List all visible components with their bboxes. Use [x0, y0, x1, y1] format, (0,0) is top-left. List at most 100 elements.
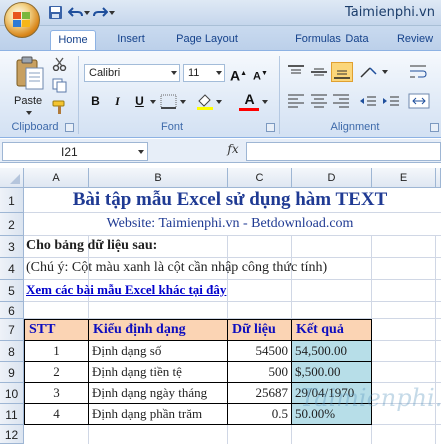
table-cell-kieu[interactable]: Định dạng số: [88, 340, 228, 362]
align-center-icon[interactable]: [309, 92, 329, 110]
column-header-e[interactable]: E: [372, 168, 436, 188]
table-cell-kieu[interactable]: Định dạng phần trăm: [88, 403, 228, 425]
office-button[interactable]: [4, 2, 40, 38]
paste-icon[interactable]: [14, 56, 46, 92]
font-size-select[interactable]: 11: [183, 64, 225, 82]
table-cell-kieu[interactable]: Định dạng tiền tệ: [88, 361, 228, 383]
table-cell-stt[interactable]: 2: [24, 361, 89, 383]
sheet-website[interactable]: Website: Taimienphi.vn - Betdownload.com: [24, 213, 436, 235]
grow-font-label: A: [229, 67, 241, 84]
font-name-select[interactable]: Calibri: [84, 64, 180, 82]
tab-page-layout[interactable]: Page Layout: [168, 30, 246, 50]
align-bottom-icon[interactable]: [331, 62, 353, 82]
table-cell-dulieu[interactable]: 500: [227, 361, 292, 383]
cut-icon[interactable]: [52, 57, 68, 72]
formula-input[interactable]: [246, 142, 441, 161]
grow-font-button[interactable]: A▲: [229, 64, 248, 84]
align-middle-icon[interactable]: [309, 63, 329, 81]
decrease-indent-icon[interactable]: [358, 92, 378, 110]
orientation-icon[interactable]: [358, 63, 380, 81]
select-all-corner[interactable]: [0, 168, 24, 188]
borders-dropdown-icon[interactable]: [180, 100, 186, 104]
redo-icon[interactable]: [92, 5, 109, 20]
align-right-icon[interactable]: [331, 92, 351, 110]
name-box[interactable]: I21: [2, 142, 148, 161]
row-header-1[interactable]: 1: [0, 188, 24, 213]
row-header-3[interactable]: 3: [0, 236, 24, 258]
column-header-d[interactable]: D: [292, 168, 372, 188]
orientation-dropdown-icon[interactable]: [382, 70, 388, 74]
shrink-font-button[interactable]: A▼: [251, 64, 270, 83]
format-painter-icon[interactable]: [52, 99, 68, 115]
clipboard-group-label: Clipboard: [11, 121, 59, 133]
copy-icon[interactable]: [52, 78, 68, 93]
row-header-2[interactable]: 2: [0, 213, 24, 236]
formula-bar-divider: [150, 142, 220, 161]
table-cell-dulieu[interactable]: 0.5: [227, 403, 292, 425]
gridline: [23, 279, 441, 280]
cell-a4[interactable]: (Chú ý: Cột màu xanh là cột cần nhập côn…: [26, 260, 327, 276]
row-header-10[interactable]: 10: [0, 383, 24, 404]
alignment-launcher-icon[interactable]: [430, 123, 439, 132]
ribbon-separator: [279, 56, 280, 134]
bold-button[interactable]: B: [86, 92, 105, 111]
gridline: [23, 301, 441, 302]
underline-dropdown-icon[interactable]: [150, 100, 156, 104]
row-header-4[interactable]: 4: [0, 258, 24, 280]
row-header-12[interactable]: 12: [0, 425, 24, 444]
italic-button[interactable]: I: [108, 92, 127, 111]
column-header-a[interactable]: A: [24, 168, 89, 188]
cell-a5-link[interactable]: Xem các bài mẫu Excel khác tại đây: [26, 282, 226, 298]
increase-indent-icon[interactable]: [381, 92, 401, 110]
table-header-kieu[interactable]: Kiểu định dạng: [88, 319, 228, 341]
row-header-9[interactable]: 9: [0, 362, 24, 383]
row-header-5[interactable]: 5: [0, 280, 24, 302]
row-header-8[interactable]: 8: [0, 341, 24, 362]
row-header-7[interactable]: 7: [0, 319, 24, 341]
font-launcher-icon[interactable]: [266, 123, 275, 132]
save-icon[interactable]: [48, 5, 64, 20]
table-cell-stt[interactable]: 3: [24, 382, 89, 404]
clipboard-launcher-icon[interactable]: [65, 123, 74, 132]
table-cell-ketqua[interactable]: $,500.00: [291, 361, 372, 383]
wrap-text-icon[interactable]: [408, 63, 428, 81]
undo-dropdown-icon[interactable]: [84, 11, 90, 15]
cell-a3[interactable]: Cho bảng dữ liệu sau:: [26, 238, 157, 254]
merge-center-icon[interactable]: [408, 92, 430, 110]
tab-data[interactable]: Data: [338, 30, 376, 50]
insert-function-icon[interactable]: fx: [222, 142, 244, 161]
column-header-b[interactable]: B: [89, 168, 228, 188]
row-header-6[interactable]: 6: [0, 302, 24, 319]
column-header-f[interactable]: [436, 168, 441, 188]
sheet-title[interactable]: Bài tập mẫu Excel sử dụng hàm TEXT: [24, 188, 436, 212]
borders-icon[interactable]: [160, 94, 178, 110]
table-cell-dulieu[interactable]: 25687: [227, 382, 292, 404]
tab-review[interactable]: Review: [392, 30, 438, 50]
fill-color-icon[interactable]: [195, 92, 215, 111]
table-cell-stt[interactable]: 1: [24, 340, 89, 362]
table-cell-stt[interactable]: 4: [24, 403, 89, 425]
table-cell-kieu[interactable]: Định dạng ngày tháng: [88, 382, 228, 404]
table-header-ketqua[interactable]: Kết quả: [291, 319, 372, 341]
row-header-11[interactable]: 11: [0, 404, 24, 425]
fill-color-dropdown-icon[interactable]: [216, 100, 222, 104]
paste-dropdown-icon[interactable]: [26, 111, 32, 115]
table-cell-ketqua[interactable]: 54,500.00: [291, 340, 372, 362]
align-top-icon[interactable]: [286, 63, 306, 81]
name-box-dropdown-icon[interactable]: [138, 150, 144, 154]
paste-label[interactable]: Paste: [14, 95, 42, 107]
font-color-button[interactable]: A: [240, 90, 259, 109]
underline-button[interactable]: U: [130, 92, 149, 111]
tab-home[interactable]: Home: [50, 30, 96, 51]
font-color-dropdown-icon[interactable]: [262, 100, 268, 104]
customize-qa-icon[interactable]: [109, 11, 115, 15]
align-left-icon[interactable]: [286, 92, 306, 110]
table-header-stt[interactable]: STT: [24, 319, 89, 341]
office-logo-icon: [13, 12, 30, 27]
table-header-dulieu[interactable]: Dữ liệu: [227, 319, 292, 341]
table-cell-dulieu[interactable]: 54500: [227, 340, 292, 362]
undo-icon[interactable]: [67, 5, 84, 20]
font-name-value: Calibri: [89, 67, 121, 79]
column-header-c[interactable]: C: [228, 168, 292, 188]
tab-insert[interactable]: Insert: [108, 30, 154, 50]
